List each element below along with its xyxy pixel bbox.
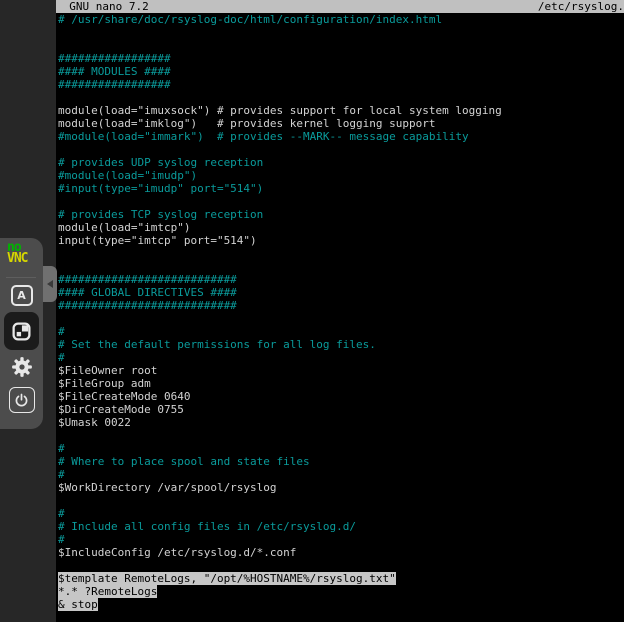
- vnc-terminal-screen[interactable]: GNU nano 7.2 /etc/rsyslog. # /usr/share/…: [56, 0, 624, 622]
- editor-line[interactable]: [58, 247, 624, 260]
- editor-line[interactable]: [58, 260, 624, 273]
- editor-line[interactable]: # Where to place spool and state files: [58, 455, 624, 468]
- editor-line[interactable]: ###########################: [58, 299, 624, 312]
- editor-line[interactable]: #input(type="imudp" port="514"): [58, 182, 624, 195]
- page-root: { "window": { "titlebar": { "app_title":…: [0, 0, 624, 622]
- editor-line[interactable]: #: [58, 468, 624, 481]
- editor-line[interactable]: $WorkDirectory /var/spool/rsyslog: [58, 481, 624, 494]
- editor-line[interactable]: [58, 39, 624, 52]
- editor-line[interactable]: *.* ?RemoteLogs: [58, 585, 624, 598]
- editor-line[interactable]: #### MODULES ####: [58, 65, 624, 78]
- nano-app-title: GNU nano 7.2: [56, 0, 149, 13]
- editor-line[interactable]: # provides UDP syslog reception: [58, 156, 624, 169]
- novnc-control-bar: no VNC A: [0, 238, 43, 429]
- editor-line[interactable]: #: [58, 507, 624, 520]
- toolbar-collapse-handle[interactable]: [43, 266, 57, 302]
- editor-line[interactable]: #module(load="imudp"): [58, 169, 624, 182]
- editor-line[interactable]: $FileGroup adm: [58, 377, 624, 390]
- editor-line[interactable]: input(type="imtcp" port="514"): [58, 234, 624, 247]
- power-button[interactable]: [0, 386, 43, 414]
- editor-line[interactable]: module(load="imuxsock") # provides suppo…: [58, 104, 624, 117]
- editor-line[interactable]: & stop: [58, 598, 624, 611]
- settings-button[interactable]: [0, 355, 43, 379]
- toolbar-separator: [6, 277, 36, 278]
- editor-lines: # /usr/share/doc/rsyslog-doc/html/config…: [56, 13, 624, 611]
- editor-line[interactable]: $Umask 0022: [58, 416, 624, 429]
- editor-line[interactable]: [58, 195, 624, 208]
- editor-line[interactable]: $FileCreateMode 0640: [58, 390, 624, 403]
- power-button-border: [9, 387, 35, 413]
- editor-line[interactable]: # provides TCP syslog reception: [58, 208, 624, 221]
- editor-line[interactable]: #: [58, 442, 624, 455]
- editor-line[interactable]: [58, 91, 624, 104]
- editor-line[interactable]: #module(load="immark") # provides --MARK…: [58, 130, 624, 143]
- collapse-arrow-icon: [47, 280, 53, 288]
- editor-line[interactable]: ###########################: [58, 273, 624, 286]
- editor-line[interactable]: [58, 26, 624, 39]
- nano-titlebar: GNU nano 7.2 /etc/rsyslog.: [56, 0, 624, 13]
- editor-line[interactable]: module(load="imklog") # provides kernel …: [58, 117, 624, 130]
- editor-line[interactable]: [58, 143, 624, 156]
- fullscreen-active-background: [4, 312, 39, 350]
- editor-line[interactable]: [58, 494, 624, 507]
- fullscreen-button[interactable]: [0, 312, 43, 350]
- editor-line[interactable]: module(load="imtcp"): [58, 221, 624, 234]
- novnc-logo-line2: VNC: [7, 253, 27, 264]
- editor-line[interactable]: $template RemoteLogs, "/opt/%HOSTNAME%/r…: [58, 572, 624, 585]
- editor-line[interactable]: #################: [58, 52, 624, 65]
- editor-line[interactable]: #: [58, 533, 624, 546]
- editor-line[interactable]: # Set the default permissions for all lo…: [58, 338, 624, 351]
- keyboard-a-icon: A: [11, 285, 33, 306]
- editor-line[interactable]: [58, 429, 624, 442]
- editor-line[interactable]: # Include all config files in /etc/rsysl…: [58, 520, 624, 533]
- editor-line[interactable]: $FileOwner root: [58, 364, 624, 377]
- editor-line[interactable]: #: [58, 351, 624, 364]
- editor-line[interactable]: [58, 559, 624, 572]
- editor-line[interactable]: #### GLOBAL DIRECTIVES ####: [58, 286, 624, 299]
- editor-line[interactable]: [58, 312, 624, 325]
- editor-line[interactable]: $DirCreateMode 0755: [58, 403, 624, 416]
- keyboard-button[interactable]: A: [0, 283, 43, 307]
- editor-line[interactable]: #: [58, 325, 624, 338]
- gear-icon: [11, 356, 33, 378]
- power-icon: [13, 392, 30, 409]
- novnc-logo: no VNC: [7, 242, 27, 264]
- fullscreen-icon: [11, 321, 32, 342]
- editor-line[interactable]: #################: [58, 78, 624, 91]
- nano-file-path: /etc/rsyslog.: [538, 0, 624, 13]
- editor-line[interactable]: # /usr/share/doc/rsyslog-doc/html/config…: [58, 13, 624, 26]
- editor-line[interactable]: $IncludeConfig /etc/rsyslog.d/*.conf: [58, 546, 624, 559]
